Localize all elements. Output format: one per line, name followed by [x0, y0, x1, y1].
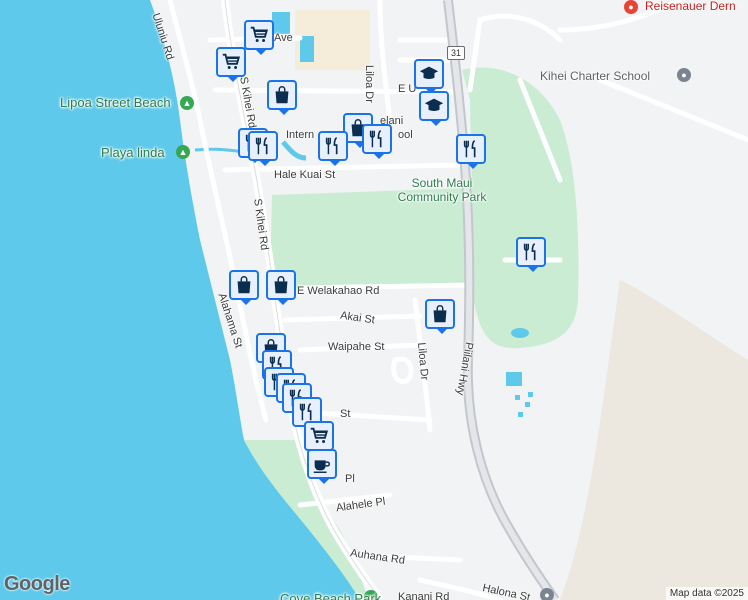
poi-label-south-maui-park[interactable]: South Maui Community Park — [397, 176, 487, 204]
grocery-pin[interactable] — [244, 20, 274, 55]
shopping-pin[interactable] — [266, 270, 296, 305]
cafe-pin[interactable] — [307, 449, 337, 484]
google-logo: Google — [4, 573, 70, 595]
coffee-cup-icon — [311, 453, 333, 475]
restaurant-pin[interactable] — [318, 131, 348, 166]
poi-label-playa-linda[interactable]: Playa linda — [101, 146, 165, 159]
graduation-cap-icon — [423, 95, 445, 117]
school-icon[interactable]: ● — [677, 68, 691, 82]
poi-label-cove-beach[interactable]: Cove Beach Park — [280, 592, 381, 600]
fork-knife-icon — [252, 135, 274, 157]
fork-knife-icon — [520, 241, 542, 263]
route-shield: 31 — [447, 46, 465, 60]
graduation-cap-icon — [418, 63, 440, 85]
grocery-pin[interactable] — [304, 421, 334, 456]
map-canvas[interactable]: ▲ ▲ ● ● ▲ ● 31 Uluniu Rd Ave Liloa Dr E … — [0, 0, 748, 600]
street-label-welakahao: E Welakahao Rd — [297, 285, 380, 297]
street-label-liloa-south: Liloa Dr — [415, 341, 431, 381]
poi-label-lipoa-beach[interactable]: Lipoa Street Beach — [60, 96, 171, 109]
map-attribution[interactable]: Map data ©2025 — [665, 587, 748, 600]
poi-label-reisenauer[interactable]: Reisenauer Dern — [645, 0, 736, 12]
bus-stop-icon[interactable]: ● — [540, 588, 554, 600]
restaurant-pin[interactable] — [456, 134, 486, 169]
street-label-ave: Ave — [274, 32, 293, 44]
fork-knife-icon — [460, 138, 482, 160]
street-label-waipahe: Waipahe St — [328, 341, 385, 353]
restaurant-pin[interactable] — [516, 237, 546, 272]
grocery-cart-icon — [308, 425, 330, 447]
poi-label-kihei-charter[interactable]: Kihei Charter School — [540, 70, 650, 82]
street-label-st: St — [340, 408, 351, 420]
shopping-pin[interactable] — [229, 270, 259, 305]
grocery-pin[interactable] — [216, 47, 246, 82]
shopping-bag-icon — [233, 274, 255, 296]
fork-knife-icon — [366, 128, 388, 150]
shopping-bag-icon — [429, 303, 451, 325]
shopping-bag-icon — [270, 274, 292, 296]
grocery-cart-icon — [248, 24, 270, 46]
park-icon[interactable]: ▲ — [176, 145, 190, 159]
poi-label-intern: Intern — [286, 129, 315, 141]
fork-knife-icon — [322, 135, 344, 157]
restaurant-pin[interactable] — [362, 124, 392, 159]
shopping-pin[interactable] — [267, 80, 297, 115]
school-pin[interactable] — [414, 59, 444, 94]
school-pin[interactable] — [419, 91, 449, 126]
street-label-liloa-north: Liloa Dr — [363, 65, 375, 103]
street-label-kanani: Kanani Rd — [398, 591, 450, 600]
shopping-bag-icon — [271, 84, 293, 106]
shopping-pin[interactable] — [425, 299, 455, 334]
fork-knife-icon — [296, 401, 318, 423]
street-label-hale-kuai: Hale Kuai St — [274, 169, 336, 181]
restaurant-pin[interactable] — [248, 131, 278, 166]
street-label-pl: Pl — [345, 473, 355, 485]
grocery-cart-icon — [220, 51, 242, 73]
beach-park-icon[interactable]: ▲ — [180, 96, 194, 110]
poi-label-ool: ool — [398, 129, 413, 141]
place-marker-icon[interactable]: ● — [624, 0, 638, 14]
